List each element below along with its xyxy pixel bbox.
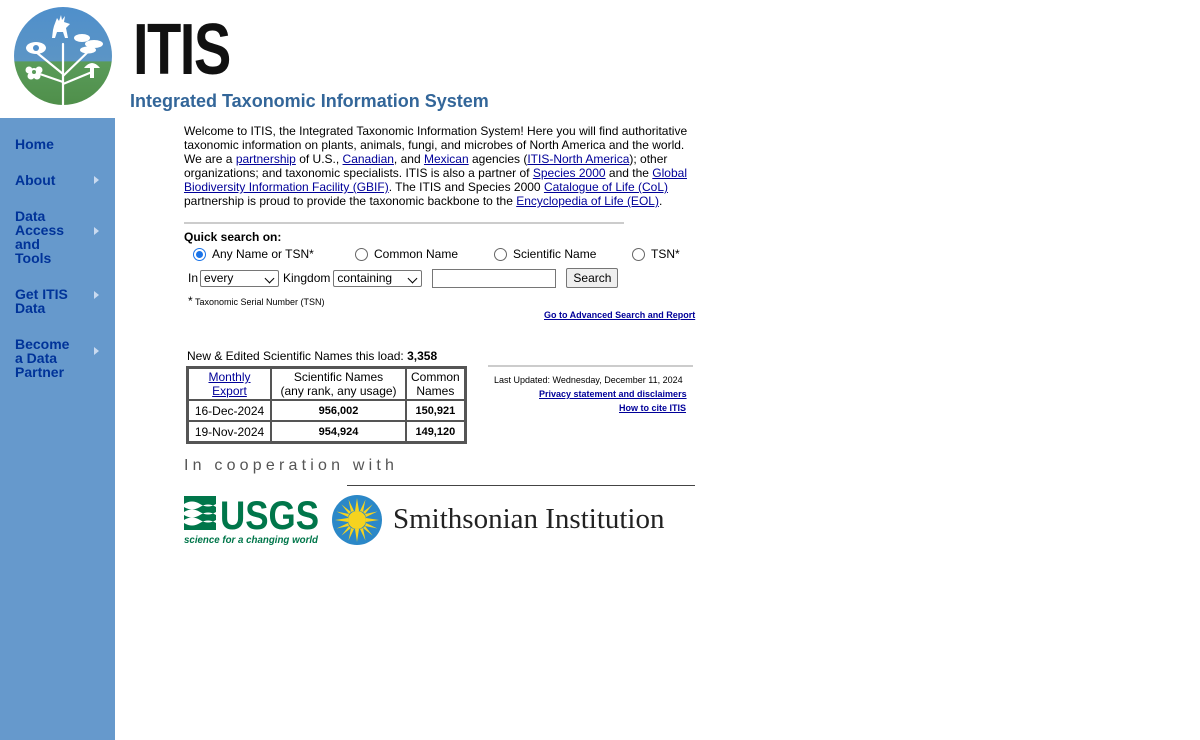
radio-label: Any Name or TSN*: [212, 247, 314, 261]
table-header-row: Monthly Export Scientific Names (any rank,…: [188, 368, 465, 400]
header-text: Scientific Names: [293, 370, 384, 384]
match-type-select[interactable]: containing: [333, 269, 423, 287]
common-count-cell: 150,921: [406, 400, 465, 421]
how-to-cite-link[interactable]: How to cite ITIS: [619, 403, 686, 413]
intro-text: of U.S.,: [295, 152, 343, 166]
intro-text: partnership is proud to provide the taxo…: [184, 194, 517, 208]
radio-button[interactable]: [193, 247, 206, 261]
nav-item-home[interactable]: Home: [0, 137, 115, 151]
new-names-count: New & Edited Scientific Names this load:…: [187, 349, 437, 363]
itis-north-america-link[interactable]: ITIS-North America: [527, 152, 629, 166]
kingdom-select-value: every: [204, 271, 234, 285]
nav-item-about[interactable]: About: [0, 173, 115, 187]
sidebar-nav: Home About Data Access and Tools Get ITI…: [0, 133, 115, 379]
chevron-right-icon: [94, 347, 99, 355]
usgs-tagline: science for a changing world: [184, 535, 319, 546]
canadian-link[interactable]: Canadian: [343, 152, 394, 166]
header-text: Export: [212, 384, 247, 398]
last-updated: Last Updated: Wednesday, December 11, 20…: [494, 375, 683, 385]
date-cell: 16-Dec-2024: [188, 400, 271, 421]
nav-item-data-access-tools[interactable]: Data Access and Tools: [0, 208, 99, 266]
smithsonian-sun-icon[interactable]: [331, 494, 383, 546]
radio-label: Scientific Name: [513, 247, 597, 261]
match-type-value: containing: [337, 271, 393, 285]
header-text: Monthly: [208, 370, 251, 384]
scientific-names-header: Scientific Names (any rank, any usage): [271, 368, 406, 400]
nav-item-label: Become a Data Partner: [15, 336, 70, 380]
intro-paragraph: Welcome to ITIS, the Integrated Taxonomi…: [184, 124, 696, 208]
in-label: In: [188, 271, 199, 285]
footnote-star: *: [188, 294, 193, 308]
radio-label: Common Name: [374, 247, 459, 261]
date-cell: 19-Nov-2024: [188, 421, 271, 442]
itis-logo[interactable]: [0, 0, 120, 118]
itis-wordmark: ITIS: [133, 10, 231, 90]
usgs-name: USGS: [220, 494, 319, 538]
partnership-link[interactable]: partnership: [236, 152, 296, 166]
eol-link[interactable]: Encyclopedia of Life (EOL): [516, 194, 659, 208]
privacy-link[interactable]: Privacy statement and disclaimers: [539, 389, 687, 399]
scientific-count-cell: 954,924: [271, 421, 406, 442]
chevron-down-icon: [407, 273, 418, 283]
chevron-right-icon: [94, 227, 99, 235]
advanced-search-link[interactable]: Go to Advanced Search and Report: [544, 310, 695, 320]
radio-label: TSN*: [651, 247, 680, 261]
radio-scientific-name[interactable]: Scientific Name: [494, 247, 596, 261]
intro-section: Welcome to ITIS, the Integrated Taxonomi…: [184, 124, 696, 208]
chevron-right-icon: [94, 176, 99, 184]
intro-text: agencies (: [468, 152, 528, 166]
smithsonian-name[interactable]: Smithsonian Institution: [393, 503, 665, 536]
nav-item-label: Home: [15, 136, 54, 152]
catalogue-of-life-link[interactable]: Catalogue of Life (CoL): [544, 180, 668, 194]
header-text: Common: [411, 370, 460, 384]
mexican-link[interactable]: Mexican: [424, 152, 469, 166]
chevron-down-icon: [264, 273, 275, 283]
nav-item-label: Get ITIS Data: [15, 286, 68, 316]
monthly-export-header[interactable]: Monthly Export: [188, 368, 271, 400]
radio-button[interactable]: [494, 247, 507, 261]
quick-search-form: In every Kingdom containing Search: [188, 268, 619, 288]
common-count-cell: 149,120: [406, 421, 465, 442]
search-button[interactable]: Search: [566, 268, 619, 288]
radio-common-name[interactable]: Common Name: [355, 247, 458, 261]
header-text: Names: [416, 384, 455, 398]
radio-tsn[interactable]: TSN*: [632, 247, 680, 261]
radio-any-name-tsn[interactable]: Any Name or TSN*: [193, 247, 314, 261]
divider: [488, 365, 693, 367]
cooperation-label: In cooperation with: [184, 457, 399, 474]
divider: [347, 485, 695, 486]
nav-item-label: About: [15, 172, 56, 188]
monthly-export-link[interactable]: Monthly Export: [208, 370, 250, 398]
search-input[interactable]: [432, 268, 557, 288]
nav-item-become-data-partner[interactable]: Become a Data Partner: [0, 336, 99, 380]
footnote-text: Taxonomic Serial Number (TSN): [195, 297, 325, 307]
table-row: 19-Nov-2024 954,924 149,120: [188, 421, 465, 442]
intro-text: , and: [393, 152, 424, 166]
usgs-logo[interactable]: USGS science for a changing world: [184, 494, 320, 546]
tsn-footnote: * Taxonomic Serial Number (TSN): [188, 294, 325, 308]
chevron-right-icon: [94, 291, 99, 299]
radio-button[interactable]: [355, 247, 368, 261]
kingdom-select[interactable]: every: [200, 269, 280, 287]
divider: [184, 222, 624, 224]
header-text: (any rank, any usage): [280, 384, 397, 398]
stats-table: Monthly Export Scientific Names (any rank,…: [186, 366, 467, 444]
radio-button[interactable]: [632, 247, 645, 261]
species2000-link[interactable]: Species 2000: [533, 166, 606, 180]
new-names-value: 3,358: [407, 349, 438, 363]
site-subtitle: Integrated Taxonomic Information System: [130, 91, 489, 111]
nav-item-label: Data Access and Tools: [15, 208, 65, 266]
intro-text: .: [658, 194, 663, 208]
nav-item-get-itis-data[interactable]: Get ITIS Data: [0, 286, 99, 316]
intro-text: . The ITIS and Species 2000: [388, 180, 544, 194]
kingdom-label: Kingdom: [283, 271, 331, 285]
intro-text: and the: [605, 166, 653, 180]
scientific-count-cell: 956,002: [271, 400, 406, 421]
itis-emblem-icon: [14, 7, 112, 108]
common-names-header: Common Names: [406, 368, 465, 400]
new-names-label: New & Edited Scientific Names this load:: [187, 349, 408, 363]
quick-search-title: Quick search on:: [184, 230, 282, 244]
table-row: 16-Dec-2024 956,002 150,921: [188, 400, 465, 421]
